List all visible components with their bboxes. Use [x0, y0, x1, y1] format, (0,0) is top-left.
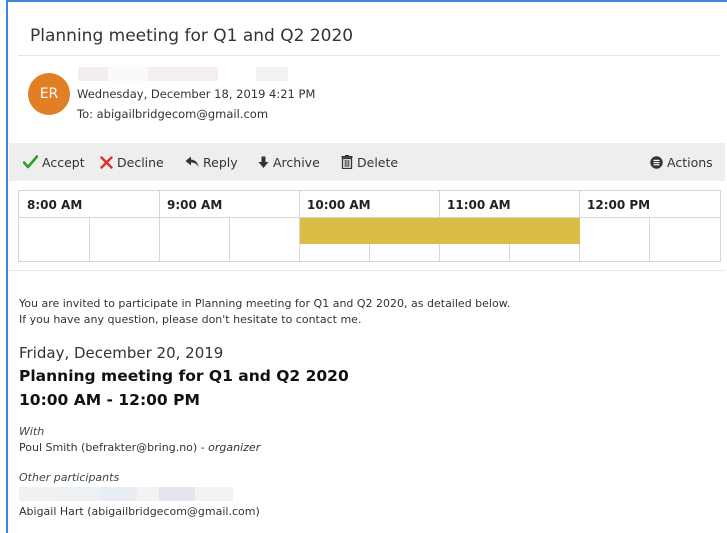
reply-arrow-icon [185, 156, 199, 167]
decline-label: Decline [117, 154, 164, 170]
hour-label: 10:00 AM [307, 197, 371, 212]
half-hour-divider [229, 218, 230, 261]
x-icon [100, 155, 113, 169]
participant-line: Abigail Hart (abigailbridgecom@gmail.com… [19, 505, 260, 518]
window-frame-left [6, 0, 8, 533]
hour-divider [159, 191, 160, 261]
other-participants-label: Other participants [19, 471, 120, 484]
meeting-time: 10:00 AM - 12:00 PM [19, 391, 200, 409]
intro-line: If you have any question, please don't h… [19, 313, 362, 326]
download-arrow-icon [258, 156, 269, 168]
delete-button[interactable]: Delete [341, 143, 398, 181]
actions-label: Actions [667, 154, 713, 170]
day-schedule: 8:00 AM 9:00 AM 10:00 AM 11:00 AM 12:00 … [18, 190, 721, 262]
avatar-initials: ER [39, 86, 59, 102]
reply-label: Reply [203, 154, 238, 170]
redacted-sender-name [78, 67, 288, 81]
meeting-date: Friday, December 20, 2019 [19, 344, 224, 362]
intro-line: You are invited to participate in Planni… [19, 297, 511, 310]
delete-label: Delete [357, 154, 399, 170]
content-divider [9, 270, 725, 271]
organizer-role: - organizer [197, 441, 261, 454]
organizer-name: Poul Smith (befrakter@bring.no) [19, 441, 198, 454]
half-hour-divider [649, 218, 650, 261]
meeting-title: Planning meeting for Q1 and Q2 2020 [19, 367, 349, 385]
accept-button[interactable]: Accept [23, 143, 85, 181]
hour-label: 11:00 AM [447, 197, 511, 212]
sent-date: Wednesday, December 18, 2019 4:21 PM [77, 87, 316, 101]
half-hour-divider [369, 244, 370, 261]
email-subject: Planning meeting for Q1 and Q2 2020 [30, 26, 354, 46]
redacted-participant [19, 487, 233, 501]
decline-button[interactable]: Decline [100, 143, 164, 181]
hour-label: 9:00 AM [167, 197, 223, 212]
archive-button[interactable]: Archive [258, 143, 320, 181]
accept-label: Accept [42, 154, 85, 170]
half-hour-divider [89, 218, 90, 261]
with-label: With [19, 425, 45, 438]
subject-header: Planning meeting for Q1 and Q2 2020 [18, 26, 720, 56]
recipient-line: To: abigailbridgecom@gmail.com [77, 107, 269, 121]
reply-button[interactable]: Reply [185, 143, 238, 181]
trash-icon [341, 155, 353, 169]
invitation-intro: You are invited to participate in Planni… [19, 296, 510, 328]
window-frame-top [6, 0, 727, 2]
half-hour-divider [509, 244, 510, 261]
hour-label: 8:00 AM [27, 197, 83, 212]
actions-button[interactable]: Actions [650, 143, 713, 181]
menu-circle-icon [650, 155, 663, 169]
archive-label: Archive [273, 154, 320, 170]
invite-toolbar: Accept Decline Reply Archive Delete Acti… [9, 143, 725, 181]
sender-avatar: ER [28, 73, 70, 115]
checkmark-icon [23, 155, 38, 169]
organizer-line: Poul Smith (befrakter@bring.no) - organi… [19, 441, 260, 454]
meeting-time-block[interactable] [300, 218, 580, 244]
hour-label: 12:00 PM [587, 197, 651, 212]
